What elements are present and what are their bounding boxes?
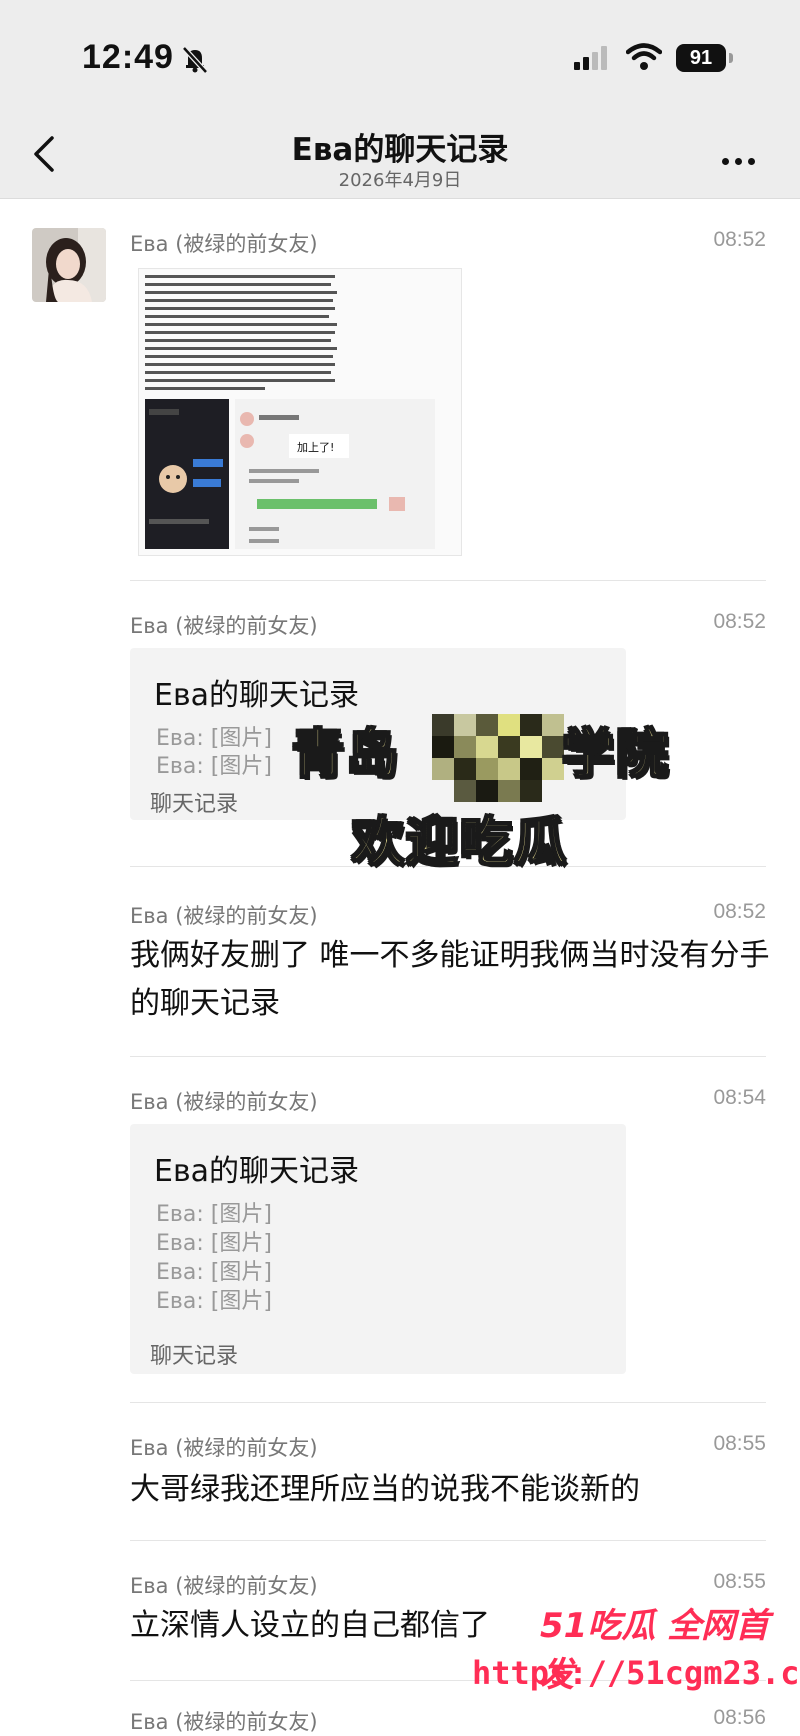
message-item: Eва (被绿的前女友) 08:56 xyxy=(130,1706,766,1736)
record-line: Eва: [图片] xyxy=(156,1289,272,1314)
record-title: Eва的聊天记录 xyxy=(154,1154,360,1189)
message-item: Eва (被绿的前女友) 08:54 Eва的聊天记录 Eва: [图片] Eв… xyxy=(130,1086,766,1386)
message-time: 08:54 xyxy=(713,1086,766,1109)
battery-indicator: 91 xyxy=(676,44,726,72)
message-sender: Eва (被绿的前女友) xyxy=(130,1574,318,1598)
message-divider xyxy=(130,1402,766,1403)
message-text: 我俩好友删了 唯一不多能证明我俩当时没有分手的聊天记录 xyxy=(130,938,770,1021)
message-sender: Eва (被绿的前女友) xyxy=(130,904,318,928)
bell-off-icon xyxy=(182,46,208,74)
record-footer: 聊天记录 xyxy=(150,792,239,817)
page-title: Eва的聊天记录 xyxy=(291,132,509,168)
nav-bar: Eва的聊天记录 2026年4月9日 xyxy=(0,110,800,199)
record-title: Eва的聊天记录 xyxy=(154,678,360,713)
message-time: 08:52 xyxy=(713,900,766,923)
cellular-signal-icon xyxy=(574,46,607,70)
message-sender: Eва (被绿的前女友) xyxy=(130,232,318,256)
battery-tip xyxy=(729,53,733,63)
overlay-caption-part1: 青岛 xyxy=(291,724,401,786)
record-footer: 聊天记录 xyxy=(150,1344,239,1369)
message-text: 大哥绿我还理所应当的说我不能谈新的 xyxy=(130,1472,640,1507)
message-time: 08:52 xyxy=(713,610,766,633)
status-time: 12:49 xyxy=(82,38,174,76)
message-item: Eва (被绿的前女友) 08:52 加上了! xyxy=(130,228,766,558)
record-line: Eва: [图片] xyxy=(156,1202,272,1227)
message-time: 08:55 xyxy=(713,1432,766,1455)
message-time: 08:56 xyxy=(713,1706,766,1729)
message-sender: Eва (被绿的前女友) xyxy=(130,1710,318,1734)
message-time: 08:55 xyxy=(713,1570,766,1593)
message-sender: Eва (被绿的前女友) xyxy=(130,614,318,638)
message-item: Eва (被绿的前女友) 08:55 大哥绿我还理所应当的说我不能谈新的 xyxy=(130,1432,766,1512)
message-sender: Eва (被绿的前女友) xyxy=(130,1090,318,1114)
message-time: 08:52 xyxy=(713,228,766,251)
record-line: Eва: [图片] xyxy=(156,754,272,779)
more-options-icon[interactable] xyxy=(722,150,762,165)
message-divider xyxy=(130,1540,766,1541)
record-line: Eва: [图片] xyxy=(156,1260,272,1285)
message-divider xyxy=(130,1056,766,1057)
wifi-icon xyxy=(626,43,662,70)
message-item: Eва (被绿的前女友) 08:52 我俩好友删了 唯一不多能证明我俩当时没有分… xyxy=(130,900,770,1030)
overlay-caption-line2: 欢迎吃瓜 xyxy=(351,812,569,874)
status-bar: 12:49 91 xyxy=(0,0,800,110)
watermark-url: https://51cgm23.com xyxy=(472,1654,800,1692)
thumb-bubble-text: 加上了! xyxy=(297,441,334,454)
avatar[interactable] xyxy=(32,228,106,302)
page-subtitle-date: 2026年4月9日 xyxy=(338,170,462,191)
overlay-caption-part2: 学院 xyxy=(561,724,671,786)
message-sender: Eва (被绿的前女友) xyxy=(130,1436,318,1460)
record-line: Eва: [图片] xyxy=(156,1231,272,1256)
message-divider xyxy=(130,580,766,581)
image-thumbnail[interactable]: 加上了! xyxy=(138,268,462,556)
chat-record-card[interactable]: Eва的聊天记录 Eва: [图片] Eва: [图片] Eва: [图片] E… xyxy=(130,1124,626,1374)
